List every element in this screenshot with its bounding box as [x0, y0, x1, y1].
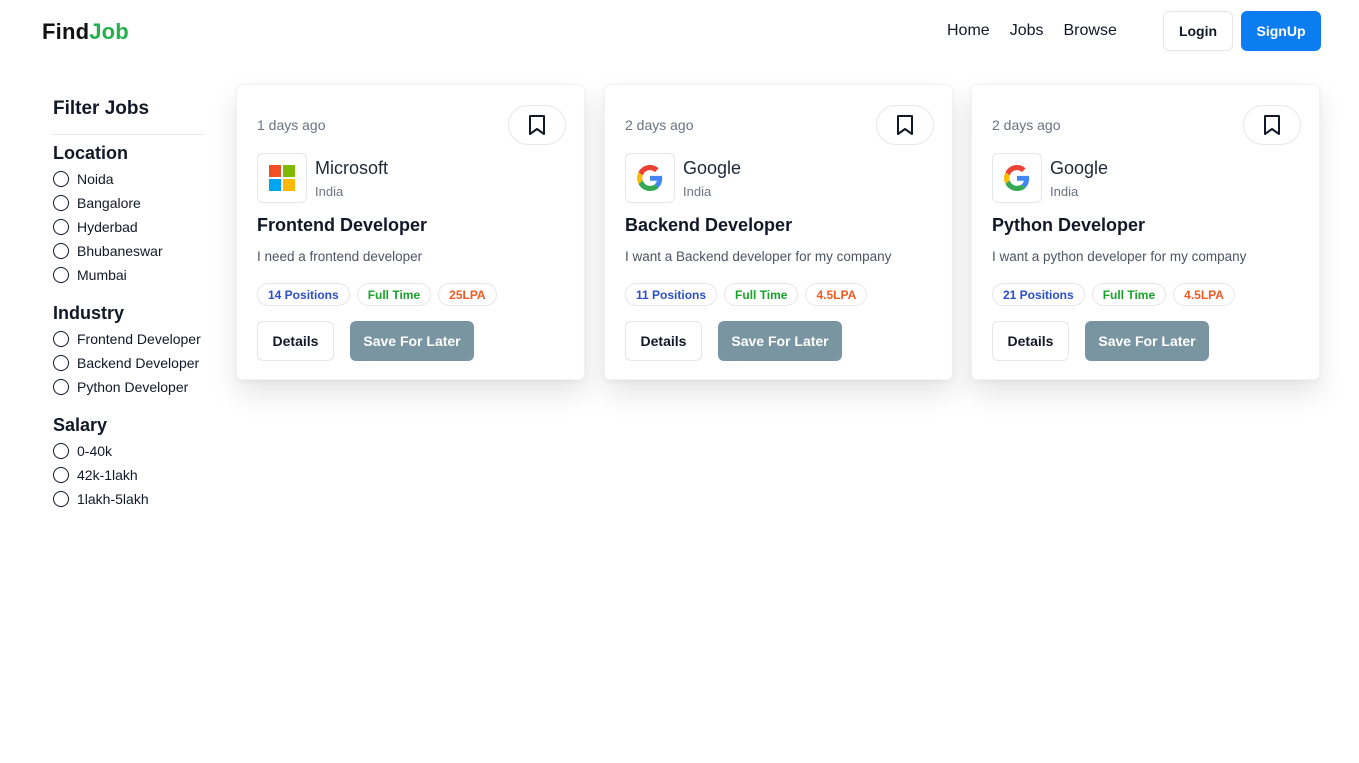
- filter-option-label: 42k-1lakh: [77, 467, 138, 483]
- filter-option-label: Backend Developer: [77, 355, 200, 371]
- nav-jobs-link[interactable]: Jobs: [1010, 22, 1044, 40]
- filter-option[interactable]: Bhubaneswar: [53, 239, 203, 263]
- filter-option[interactable]: Bangalore: [53, 191, 203, 215]
- positions-badge: 21 Positions: [992, 283, 1085, 306]
- save-for-later-button[interactable]: Save For Later: [1085, 321, 1209, 361]
- salary-badge: 25LPA: [438, 283, 497, 306]
- company-name: Microsoft: [315, 158, 389, 178]
- radio-button[interactable]: [53, 467, 69, 483]
- bookmark-icon: [529, 115, 545, 135]
- details-button[interactable]: Details: [625, 321, 702, 361]
- bookmark-button[interactable]: [876, 105, 934, 145]
- salary-badge: 4.5LPA: [1173, 283, 1235, 306]
- radio-button[interactable]: [53, 379, 69, 395]
- filter-option-label: Python Developer: [77, 379, 189, 395]
- job-type-badge: Full Time: [356, 283, 432, 306]
- brand-logo-part2: Job: [89, 19, 129, 44]
- radio-button[interactable]: [53, 171, 69, 187]
- company-name: Google: [1050, 158, 1109, 178]
- posted-date: 2 days ago: [992, 117, 1061, 133]
- filter-option[interactable]: 0-40k: [53, 439, 203, 463]
- job-title: Python Developer: [992, 215, 1146, 235]
- filter-option[interactable]: Frontend Developer: [53, 327, 203, 351]
- job-type-badge: Full Time: [724, 283, 799, 306]
- main-nav: Home Jobs Browse: [947, 22, 1117, 40]
- company-location: India: [683, 184, 712, 199]
- job-badges: 21 Positions Full Time 4.5LPA: [992, 283, 1235, 306]
- job-card: 1 days ago Microsoft India Frontend Deve…: [236, 84, 585, 380]
- filter-option-label: Hyderbad: [77, 219, 138, 235]
- filter-option[interactable]: 42k-1lakh: [53, 463, 203, 487]
- positions-badge: 11 Positions: [625, 283, 718, 306]
- radio-button[interactable]: [53, 355, 69, 371]
- details-button[interactable]: Details: [257, 321, 334, 361]
- filter-group-title: Industry: [53, 303, 125, 323]
- radio-button[interactable]: [53, 243, 69, 259]
- google-logo-icon: [1004, 165, 1030, 191]
- company-logo: [625, 153, 675, 203]
- radio-button[interactable]: [53, 491, 69, 507]
- filter-option-label: Frontend Developer: [77, 331, 201, 347]
- save-for-later-button[interactable]: Save For Later: [718, 321, 842, 361]
- filter-group-salary: Salary 0-40k 42k-1lakh 1lakh-5lakh: [53, 411, 203, 511]
- job-title: Frontend Developer: [257, 215, 428, 235]
- posted-date: 1 days ago: [257, 117, 326, 133]
- job-card: 2 days ago Google India Backend Develope…: [604, 84, 953, 380]
- bookmark-button[interactable]: [508, 105, 566, 145]
- filter-option-label: Bhubaneswar: [77, 243, 163, 259]
- microsoft-logo-icon: [269, 165, 295, 191]
- filter-option[interactable]: Noida: [53, 167, 203, 191]
- job-badges: 11 Positions Full Time 4.5LPA: [625, 283, 868, 306]
- google-logo-icon: [637, 165, 663, 191]
- job-badges: 14 Positions Full Time 25LPA: [257, 283, 497, 306]
- filter-group-industry: Industry Frontend Developer Backend Deve…: [53, 299, 203, 399]
- filter-option-label: Bangalore: [77, 195, 141, 211]
- radio-button[interactable]: [53, 443, 69, 459]
- save-for-later-button[interactable]: Save For Later: [350, 321, 474, 361]
- salary-badge: 4.5LPA: [805, 283, 868, 306]
- company-name: Google: [683, 158, 742, 178]
- radio-button[interactable]: [53, 195, 69, 211]
- nav-browse-link[interactable]: Browse: [1063, 22, 1116, 40]
- company-logo: [257, 153, 307, 203]
- job-type-badge: Full Time: [1091, 283, 1167, 306]
- bookmark-button[interactable]: [1243, 105, 1301, 145]
- radio-button[interactable]: [53, 267, 69, 283]
- filter-option[interactable]: 1lakh-5lakh: [53, 487, 203, 511]
- bookmark-icon: [1264, 115, 1280, 135]
- job-title: Backend Developer: [625, 215, 793, 235]
- radio-button[interactable]: [53, 219, 69, 235]
- filter-group-title: Salary: [53, 415, 108, 435]
- top-navbar: FindJob Home Jobs Browse Login SignUp: [0, 0, 1359, 64]
- filter-option-label: Noida: [77, 171, 114, 187]
- filter-option-label: 1lakh-5lakh: [77, 491, 149, 507]
- filter-option-label: Mumbai: [77, 267, 127, 283]
- company-location: India: [1050, 184, 1079, 199]
- details-button[interactable]: Details: [992, 321, 1069, 361]
- nav-home-link[interactable]: Home: [947, 22, 990, 40]
- posted-date: 2 days ago: [625, 117, 694, 133]
- company-logo: [992, 153, 1042, 203]
- job-card: 2 days ago Google India Python Developer…: [971, 84, 1320, 380]
- radio-button[interactable]: [53, 331, 69, 347]
- filter-group-title: Location: [53, 143, 128, 163]
- filter-group-location: Location Noida Bangalore Hyderbad Bhuban…: [53, 139, 203, 287]
- filter-title: Filter Jobs: [53, 98, 203, 135]
- bookmark-icon: [897, 115, 913, 135]
- brand-logo[interactable]: FindJob: [42, 19, 129, 45]
- login-button[interactable]: Login: [1163, 11, 1233, 51]
- job-description: I need a frontend developer: [257, 249, 423, 264]
- filter-option[interactable]: Hyderbad: [53, 215, 203, 239]
- filter-option[interactable]: Backend Developer: [53, 351, 203, 375]
- filter-option[interactable]: Python Developer: [53, 375, 203, 399]
- job-description: I want a python developer for my company: [992, 249, 1247, 264]
- filter-option-label: 0-40k: [77, 443, 113, 459]
- filter-option[interactable]: Mumbai: [53, 263, 203, 287]
- signup-button[interactable]: SignUp: [1241, 11, 1321, 51]
- company-location: India: [315, 184, 344, 199]
- brand-logo-part1: Find: [42, 19, 90, 44]
- positions-badge: 14 Positions: [257, 283, 350, 306]
- filter-sidebar: Filter Jobs Location Noida Bangalore Hyd…: [53, 98, 203, 523]
- job-description: I want a Backend developer for my compan…: [625, 249, 892, 264]
